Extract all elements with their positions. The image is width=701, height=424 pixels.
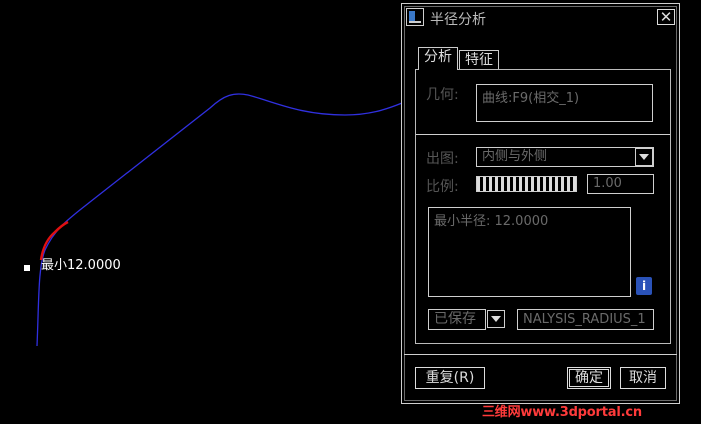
footer-divider: [404, 354, 677, 355]
app-icon: [406, 8, 424, 26]
analysis-name-field[interactable]: NALYSIS_RADIUS_1: [517, 309, 654, 330]
chevron-down-icon[interactable]: [635, 148, 653, 166]
ok-button[interactable]: 确定: [567, 367, 611, 389]
scale-input[interactable]: 1.00: [587, 174, 654, 194]
geometry-field[interactable]: 曲线:F9(相交_1): [476, 84, 653, 122]
scale-label: 比例:: [426, 179, 459, 195]
tab-feature[interactable]: 特征: [459, 50, 499, 70]
cancel-button[interactable]: 取消: [620, 367, 666, 389]
analyzed-curve: [36, 93, 403, 347]
geometry-label: 几何:: [426, 87, 459, 103]
watermark: 三维网www.3dportal.cn: [482, 405, 642, 420]
info-icon[interactable]: i: [636, 277, 652, 295]
result-box: 最小半径: 12.0000: [428, 207, 631, 297]
divider: [416, 134, 670, 135]
chevron-down-icon[interactable]: [487, 310, 505, 328]
min-radius-label: 最小12.0000: [41, 258, 121, 273]
output-label: 出图:: [426, 151, 459, 167]
output-select[interactable]: 内侧与外侧: [476, 147, 654, 167]
repeat-button[interactable]: 重复(R): [415, 367, 485, 389]
radius-analysis-dialog: 半径分析 ✕ 分析 特征 几何: 曲线:F9(相交_1) 出图: 内侧与外侧 比…: [401, 3, 680, 404]
dialog-title: 半径分析: [430, 12, 486, 28]
save-status-select[interactable]: 已保存: [428, 309, 486, 330]
analysis-panel: 几何: 曲线:F9(相交_1) 出图: 内侧与外侧 比例: 1.00 最小半径:…: [415, 69, 671, 344]
close-button[interactable]: ✕: [657, 9, 675, 25]
dialog-titlebar[interactable]: 半径分析 ✕: [402, 4, 679, 32]
tab-analysis[interactable]: 分析: [418, 47, 458, 70]
min-radius-marker: [24, 265, 30, 271]
scale-slider[interactable]: [476, 176, 577, 192]
